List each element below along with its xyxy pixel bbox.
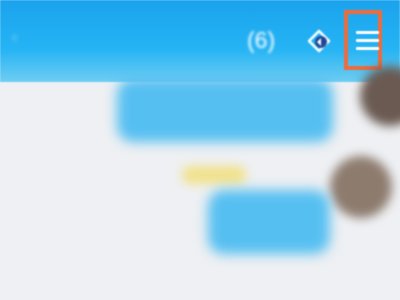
members-icon-graphic [307, 29, 331, 53]
menu-button[interactable] [344, 10, 382, 70]
chat-screen: ‹ (6) [0, 0, 400, 300]
chat-header: ‹ (6) [0, 0, 400, 82]
message-bubble[interactable] [208, 190, 330, 254]
hamburger-menu-icon [356, 29, 379, 52]
message-bubble[interactable] [117, 78, 333, 142]
message-highlight [182, 166, 246, 184]
member-count: (6) [247, 27, 276, 53]
back-arrow-icon[interactable]: ‹ [12, 30, 28, 46]
avatar[interactable] [330, 156, 392, 218]
members-icon[interactable] [303, 25, 335, 57]
